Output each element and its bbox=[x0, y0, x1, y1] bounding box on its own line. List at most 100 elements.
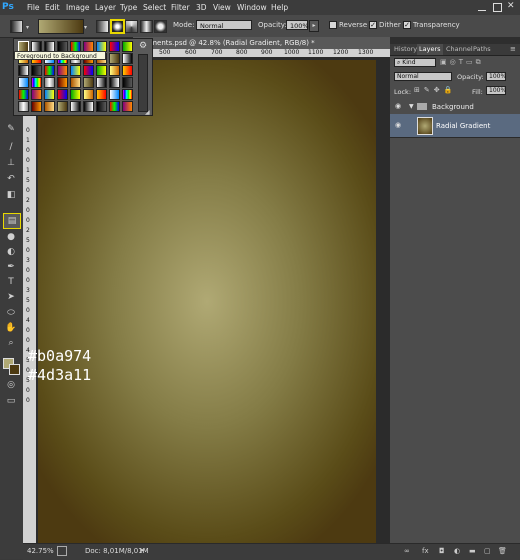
dither-checkbox[interactable]: ✓ bbox=[369, 21, 377, 29]
ellipse-icon[interactable]: ⬭ bbox=[3, 306, 19, 320]
path-selection-icon[interactable]: ➤ bbox=[3, 290, 19, 304]
menu-file[interactable]: File bbox=[27, 3, 40, 12]
gradient-preset-swatch[interactable] bbox=[96, 89, 107, 100]
gradient-preset-swatch[interactable] bbox=[57, 77, 68, 88]
tool-preset-picker[interactable] bbox=[10, 20, 23, 33]
gradient-preset-swatch[interactable] bbox=[57, 89, 68, 100]
zoom-level[interactable]: 42.75% bbox=[27, 547, 54, 555]
tab-history[interactable]: History bbox=[392, 44, 419, 55]
gradient-preset-swatch[interactable] bbox=[83, 65, 94, 76]
gradient-preset-swatch[interactable] bbox=[96, 77, 107, 88]
gradient-preset-swatch[interactable] bbox=[70, 77, 81, 88]
gradient-preset-swatch[interactable] bbox=[44, 89, 55, 100]
minimize-icon[interactable] bbox=[478, 2, 486, 11]
status-arrow-icon[interactable]: ▸ bbox=[141, 546, 145, 554]
gradient-preset-swatch[interactable] bbox=[109, 65, 120, 76]
tab-paths[interactable]: Paths bbox=[471, 44, 493, 55]
status-menu-icon[interactable] bbox=[57, 546, 67, 556]
quick-mask-icon[interactable]: ◎ bbox=[3, 378, 19, 392]
gradient-preset-swatch[interactable] bbox=[83, 89, 94, 100]
dodge-icon[interactable]: ◐ bbox=[3, 245, 19, 259]
canvas[interactable] bbox=[38, 60, 376, 543]
menu-view[interactable]: View bbox=[213, 3, 231, 12]
type-icon[interactable]: T bbox=[3, 275, 19, 289]
pen-icon[interactable]: ✒ bbox=[3, 260, 19, 274]
layer-filter-icons[interactable]: ▣◎T▭⧉ bbox=[440, 58, 514, 67]
menu-help[interactable]: Help bbox=[271, 3, 288, 12]
gradient-preset-swatch[interactable] bbox=[70, 89, 81, 100]
blur-icon[interactable]: ● bbox=[3, 230, 19, 244]
panel-menu-icon[interactable]: ≡ bbox=[510, 45, 516, 53]
eye-icon[interactable]: ◉ bbox=[395, 121, 401, 129]
gradient-preset-swatch[interactable] bbox=[122, 77, 133, 88]
gradient-preset-swatch[interactable] bbox=[122, 65, 133, 76]
angle-gradient-icon[interactable] bbox=[125, 20, 138, 33]
gradient-preset-swatch[interactable] bbox=[18, 65, 29, 76]
chevron-down-icon[interactable]: ▾ bbox=[26, 24, 29, 31]
gradient-preset-swatch[interactable] bbox=[18, 89, 29, 100]
layer-style-icon[interactable]: fx bbox=[422, 547, 429, 555]
menu-edit[interactable]: Edit bbox=[45, 3, 60, 12]
gradient-preset-swatch[interactable] bbox=[122, 101, 133, 112]
gradient-preset-swatch[interactable] bbox=[83, 101, 94, 112]
layer-mask-icon[interactable]: ◘ bbox=[439, 547, 445, 555]
layer-opacity-input[interactable]: 100% bbox=[486, 72, 506, 81]
layer-row-radial-gradient[interactable]: ◉ Radial Gradient bbox=[390, 114, 520, 138]
hand-icon[interactable]: ✋ bbox=[3, 321, 19, 335]
opacity-input[interactable]: 100% bbox=[286, 20, 309, 30]
gradient-preset-swatch[interactable] bbox=[44, 101, 55, 112]
gear-icon[interactable]: ⚙ bbox=[139, 41, 147, 51]
transparency-checkbox[interactable]: ✓ bbox=[403, 21, 411, 29]
zoom-icon[interactable]: ⌕ bbox=[3, 336, 19, 350]
gradient-preset-swatch[interactable] bbox=[109, 77, 120, 88]
menu-window[interactable]: Window bbox=[237, 3, 267, 12]
gradient-preset-swatch[interactable] bbox=[57, 65, 68, 76]
gradient-preset-swatch[interactable] bbox=[122, 89, 133, 100]
menu-select[interactable]: Select bbox=[143, 3, 166, 12]
history-brush-icon[interactable]: ↶ bbox=[3, 172, 19, 186]
gradient-preset-swatch[interactable] bbox=[31, 89, 42, 100]
reflected-gradient-icon[interactable] bbox=[140, 20, 153, 33]
link-layers-icon[interactable]: ∞ bbox=[404, 547, 410, 555]
screen-mode-icon[interactable]: ▭ bbox=[3, 394, 19, 408]
gradient-preset-swatch[interactable] bbox=[31, 101, 42, 112]
document-tab[interactable]: Segments.psd @ 42.8% (Radial Gradient, R… bbox=[133, 37, 390, 49]
mode-select[interactable]: Normal bbox=[196, 20, 252, 30]
brush-icon[interactable]: ∕ bbox=[3, 140, 19, 154]
adjustment-layer-icon[interactable]: ◐ bbox=[454, 547, 460, 555]
blend-mode-select[interactable]: Normal bbox=[394, 72, 452, 81]
gradient-preset-swatch[interactable] bbox=[70, 65, 81, 76]
picker-scrollbar[interactable] bbox=[138, 54, 148, 112]
menu-layer[interactable]: Layer bbox=[95, 3, 116, 12]
gradient-swatch[interactable] bbox=[38, 19, 84, 34]
resize-handle-icon[interactable]: ◢ bbox=[145, 109, 150, 116]
gradient-preset-swatch[interactable] bbox=[122, 53, 133, 64]
gradient-preset-swatch[interactable] bbox=[109, 41, 120, 52]
gradient-preset-swatch[interactable] bbox=[109, 101, 120, 112]
gradient-preset-swatch[interactable] bbox=[96, 65, 107, 76]
fill-input[interactable]: 100% bbox=[486, 86, 506, 95]
eraser-icon[interactable]: ◧ bbox=[3, 188, 19, 202]
menu-filter[interactable]: Filter bbox=[171, 3, 190, 12]
clone-stamp-icon[interactable]: ⊥ bbox=[3, 156, 19, 170]
lock-icons[interactable]: ⊞✎✥🔒 bbox=[414, 86, 456, 94]
gradient-tool-icon[interactable]: ▤ bbox=[3, 213, 21, 229]
opacity-slider-button[interactable]: ▸ bbox=[309, 20, 319, 32]
gradient-preset-swatch[interactable] bbox=[122, 41, 133, 52]
gradient-preset-swatch[interactable] bbox=[18, 101, 29, 112]
gradient-preset-swatch[interactable] bbox=[31, 77, 42, 88]
new-layer-icon[interactable]: ▢ bbox=[484, 547, 491, 555]
gradient-preset-swatch[interactable] bbox=[44, 65, 55, 76]
eye-icon[interactable]: ◉ bbox=[395, 102, 401, 110]
gradient-preset-swatch[interactable] bbox=[83, 77, 94, 88]
diamond-gradient-icon[interactable] bbox=[154, 20, 167, 33]
chevron-down-icon[interactable]: ▼ bbox=[409, 103, 414, 110]
trash-icon[interactable]: 🗑 bbox=[498, 547, 507, 555]
gradient-preset-swatch[interactable] bbox=[18, 77, 29, 88]
background-color-swatch[interactable] bbox=[9, 364, 20, 375]
layer-row-background-group[interactable]: ◉ ▼ Background bbox=[390, 100, 520, 115]
gradient-preset-swatch[interactable] bbox=[109, 89, 120, 100]
menu-image[interactable]: Image bbox=[66, 3, 90, 12]
gradient-preset-swatch[interactable] bbox=[70, 101, 81, 112]
gradient-preset-swatch[interactable] bbox=[31, 65, 42, 76]
